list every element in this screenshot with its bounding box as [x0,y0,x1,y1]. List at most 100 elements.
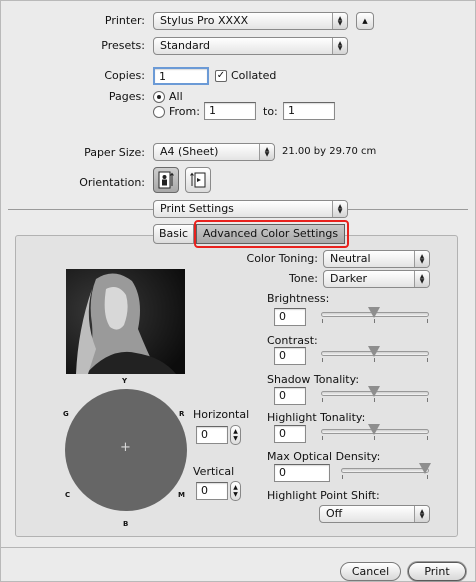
landscape-button[interactable] [185,167,211,193]
cancel-button[interactable]: Cancel [340,562,401,581]
wheel-c-label: C [65,491,71,499]
pages-all-label: All [169,90,183,103]
disclosure-button[interactable]: ▲ [356,12,374,30]
slider-tick [427,436,428,440]
copies-label: Copies: [104,69,145,82]
slider-tick [374,398,375,402]
vertical-stepper[interactable]: ▲ ▼ [230,481,241,501]
tone-label: Tone: [288,272,318,285]
panel-value: Print Settings [160,202,234,215]
highlight-point-shift-value: Off [326,507,343,520]
slider-tick [427,398,428,402]
slider-knob[interactable] [368,424,380,435]
wheel-m-label: M [178,491,185,499]
orientation-label: Orientation: [79,176,145,189]
max-optical-density-slider[interactable] [341,463,431,479]
collated-label: Collated [231,69,277,82]
max-optical-density-field[interactable]: 0 [274,464,330,482]
slider-knob[interactable] [419,463,431,474]
triangle-up-icon: ▲ [362,17,368,25]
slider-tick [322,436,323,440]
popup-arrows-icon: ▲ ▼ [414,506,429,522]
slider-tick [427,319,428,323]
stepper-arrows-icon: ▲ ▼ [233,428,238,442]
horizontal-field[interactable]: 0 [196,426,228,444]
popup-arrows-icon: ▲ ▼ [414,271,429,287]
highlight-tonality-slider[interactable] [321,424,429,440]
landscape-icon [190,172,206,188]
vertical-label: Vertical [193,465,235,478]
slider-tick [342,475,343,479]
portrait-photo [66,269,185,374]
highlight-point-shift-popup[interactable]: Off ▲ ▼ [319,505,430,523]
color-toning-label: Color Toning: [246,252,318,265]
printer-popup[interactable]: Stylus Pro XXXX ▲ ▼ [153,12,348,30]
paper-size-label: Paper Size: [84,146,145,159]
portrait-button[interactable] [153,167,179,193]
shadow-tonality-label: Shadow Tonality: [267,373,360,386]
popup-arrows-icon: ▲ ▼ [414,251,429,267]
wheel-r-label: R [179,410,185,418]
printer-label: Printer: [104,14,145,27]
slider-tick [322,398,323,402]
pages-from-radio[interactable] [153,106,165,118]
print-dialog: Printer: Stylus Pro XXXX ▲ ▼ ▲ Presets: S… [0,0,476,582]
slider-knob[interactable] [368,307,380,318]
pages-from-field[interactable]: 1 [204,102,256,120]
presets-popup[interactable]: Standard ▲ ▼ [153,37,348,55]
pages-to-field[interactable]: 1 [283,102,335,120]
wheel-g-label: G [63,410,69,418]
stepper-arrows-icon: ▲ ▼ [233,484,238,498]
pages-from-label: From: [169,105,200,118]
vertical-field[interactable]: 0 [196,482,228,500]
popup-arrows-icon: ▲ ▼ [332,38,347,54]
wheel-y-label: Y [122,377,128,385]
print-button[interactable]: Print [408,562,466,581]
paper-dimensions: 21.00 by 29.70 cm [282,146,377,157]
shadow-tonality-field[interactable]: 0 [274,387,306,405]
tab-basic-label: Basic [158,227,189,240]
wheel-b-label: B [123,520,129,528]
paper-size-popup[interactable]: A4 (Sheet) ▲ ▼ [153,143,275,161]
contrast-slider[interactable] [321,346,429,362]
panel-popup[interactable]: Print Settings ▲ ▼ [153,200,348,218]
highlight-tonality-field[interactable]: 0 [274,425,306,443]
color-toning-popup[interactable]: Neutral ▲ ▼ [323,250,430,268]
contrast-field[interactable]: 0 [274,347,306,365]
highlight-box [194,220,349,248]
shadow-tonality-slider[interactable] [321,386,429,402]
portrait-icon [158,171,174,189]
tab-basic[interactable]: Basic [153,224,194,244]
slider-knob[interactable] [368,346,380,357]
slider-track [341,468,429,473]
popup-arrows-icon: ▲ ▼ [332,201,347,217]
color-wheel[interactable]: + [65,389,187,511]
highlight-point-shift-label: Highlight Point Shift: [267,489,380,502]
brightness-slider[interactable] [321,307,429,323]
horizontal-stepper[interactable]: ▲ ▼ [230,425,241,445]
slider-knob[interactable] [368,386,380,397]
crosshair-icon: + [120,440,131,455]
collated-checkbox[interactable]: ✓ [215,70,227,82]
max-optical-density-label: Max Optical Density: [267,450,381,463]
popup-arrows-icon: ▲ ▼ [259,144,274,160]
slider-tick [374,436,375,440]
copies-field[interactable]: 1 [153,67,209,85]
highlight-tonality-label: Highlight Tonality: [267,411,366,424]
popup-arrows-icon: ▲ ▼ [332,13,347,29]
separator [1,547,475,548]
color-toning-value: Neutral [330,252,371,265]
slider-tick [322,358,323,362]
pages-all-radio[interactable] [153,91,165,103]
slider-tick [427,475,428,479]
slider-tick [374,358,375,362]
pages-label: Pages: [108,90,145,103]
presets-value: Standard [160,39,211,52]
tone-value: Darker [330,272,368,285]
paper-size-value: A4 (Sheet) [160,145,219,158]
brightness-field[interactable]: 0 [274,308,306,326]
slider-tick [427,358,428,362]
contrast-label: Contrast: [267,334,318,347]
tone-popup[interactable]: Darker ▲ ▼ [323,270,430,288]
slider-tick [374,319,375,323]
